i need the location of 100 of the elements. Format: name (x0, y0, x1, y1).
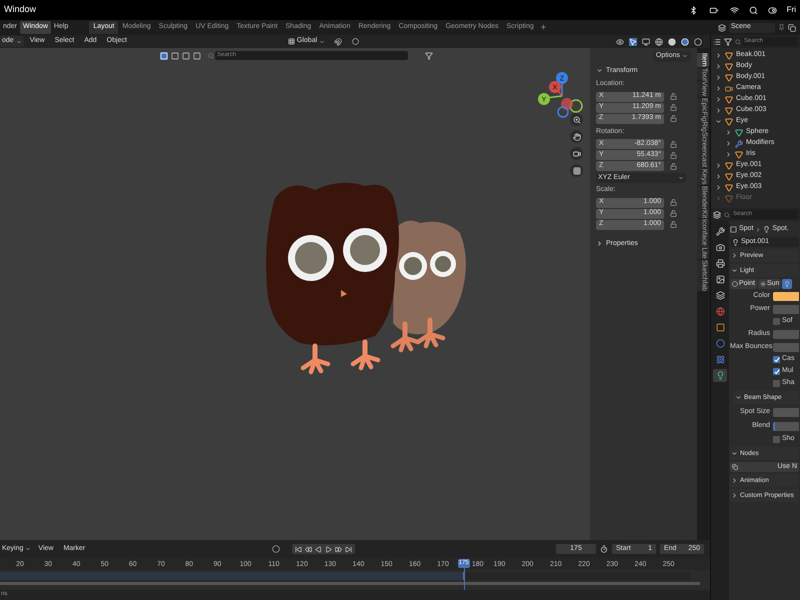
stopwatch-icon[interactable] (600, 545, 608, 553)
chevron-right-icon[interactable] (715, 162, 722, 169)
navigation-button[interactable] (570, 113, 583, 126)
mesh-triangle-icon (735, 128, 743, 136)
wifi-icon[interactable] (730, 6, 739, 14)
number-field[interactable] (773, 342, 799, 352)
filter-icon[interactable] (425, 52, 433, 60)
app-menu[interactable]: Window (4, 3, 36, 17)
display-mode-icon[interactable] (713, 38, 721, 46)
overlay-icon[interactable] (642, 38, 650, 46)
checkbox[interactable] (773, 380, 780, 387)
record-icon[interactable] (272, 545, 280, 553)
zoom-icon (572, 116, 580, 124)
caret-icon (16, 38, 22, 44)
checkbox[interactable] (773, 318, 780, 325)
chevron-right-icon[interactable] (715, 173, 722, 180)
pin-icon[interactable] (778, 24, 785, 31)
chevron-right-icon[interactable] (715, 63, 722, 70)
separator-icon (755, 226, 762, 232)
lock-icon[interactable] (670, 221, 677, 228)
navigation-button[interactable] (570, 130, 583, 143)
object-icon (730, 226, 737, 233)
play-icon[interactable] (325, 546, 332, 552)
printer-icon (716, 259, 724, 268)
globe-icon (716, 307, 724, 316)
lock-icon[interactable] (670, 93, 677, 100)
chevron-right-icon[interactable] (715, 85, 722, 92)
chevron-right-icon[interactable] (725, 140, 732, 147)
checkbox[interactable] (773, 368, 780, 375)
chevron-right-icon[interactable] (731, 252, 738, 259)
chevron-right-icon[interactable] (715, 96, 722, 103)
chevron-down-icon[interactable] (715, 118, 722, 125)
visibility-icon[interactable] (616, 38, 624, 46)
add-workspace-button[interactable]: + (538, 20, 550, 34)
search-icon[interactable] (748, 6, 758, 14)
navigation-button[interactable] (570, 147, 583, 160)
slider-track[interactable] (773, 422, 799, 430)
bluetooth-icon[interactable] (688, 6, 698, 14)
number-field[interactable] (773, 304, 799, 314)
magnet-icon[interactable] (334, 38, 342, 46)
properties-tab[interactable] (713, 369, 727, 382)
lock-icon[interactable] (670, 115, 677, 122)
chevron-down-icon[interactable] (731, 450, 738, 457)
color-swatch[interactable] (773, 292, 799, 300)
chevron-right-icon[interactable] (731, 492, 738, 499)
gizmo-toggle-icon[interactable] (629, 38, 637, 46)
play-reverse-icon[interactable] (315, 546, 322, 552)
lightbulb-icon (716, 371, 724, 380)
square-icon (716, 323, 724, 332)
lightbulb-icon (732, 238, 739, 246)
solid-shading-icon[interactable] (668, 38, 676, 46)
jump-start-icon[interactable] (295, 546, 302, 552)
previous-keyframe-icon[interactable] (305, 546, 312, 552)
chevron-right-icon[interactable] (731, 477, 738, 484)
navigation-button[interactable] (570, 164, 583, 177)
camera-icon (572, 150, 580, 158)
lock-icon[interactable] (670, 152, 677, 158)
chevron-right-icon[interactable] (725, 129, 732, 136)
sun-icon (760, 281, 766, 287)
chevron-right-icon[interactable] (725, 151, 732, 158)
chevron-right-icon[interactable] (715, 107, 722, 114)
editor-type-icon[interactable] (713, 210, 721, 218)
light-type-button[interactable] (782, 279, 792, 289)
lock-icon[interactable] (670, 162, 677, 170)
wireframe-shading-icon[interactable] (655, 38, 663, 46)
wrench-icon (735, 140, 743, 148)
select-box-icon[interactable] (160, 52, 168, 60)
filter-icon[interactable] (724, 38, 732, 46)
toggle-icon[interactable] (768, 6, 777, 14)
chevron-right-icon[interactable] (715, 184, 722, 191)
lock-icon[interactable] (670, 210, 677, 217)
search-icon (735, 38, 741, 44)
chevron-right-icon[interactable] (715, 74, 722, 81)
lightbulb-icon (784, 281, 790, 287)
lock-icon[interactable] (670, 199, 677, 206)
lock-icon[interactable] (670, 104, 677, 111)
number-field[interactable] (773, 330, 799, 338)
atom-icon (716, 355, 724, 364)
search-icon (724, 212, 730, 218)
layers-icon (716, 291, 724, 300)
battery-icon[interactable] (708, 6, 720, 14)
material-shading-icon[interactable] (681, 38, 689, 46)
number-field[interactable] (773, 408, 799, 416)
copy-icon[interactable] (788, 24, 796, 32)
jump-end-icon[interactable] (345, 546, 352, 552)
image-icon (716, 275, 724, 284)
rendered-shading-icon[interactable] (694, 38, 702, 46)
chevron-right-icon[interactable] (596, 240, 603, 248)
checkbox[interactable] (773, 356, 780, 363)
chevron-down-icon[interactable] (735, 394, 742, 401)
grid-icon (288, 38, 295, 45)
caret-icon (319, 38, 326, 44)
chevron-right-icon[interactable] (715, 52, 722, 59)
chevron-down-icon[interactable] (731, 267, 738, 274)
lock-icon[interactable] (670, 140, 677, 148)
checkbox[interactable] (773, 436, 780, 443)
chevron-down-icon[interactable] (596, 67, 603, 74)
scene-icon[interactable] (718, 24, 726, 32)
grid-icon (572, 166, 580, 174)
next-keyframe-icon[interactable] (335, 546, 342, 552)
